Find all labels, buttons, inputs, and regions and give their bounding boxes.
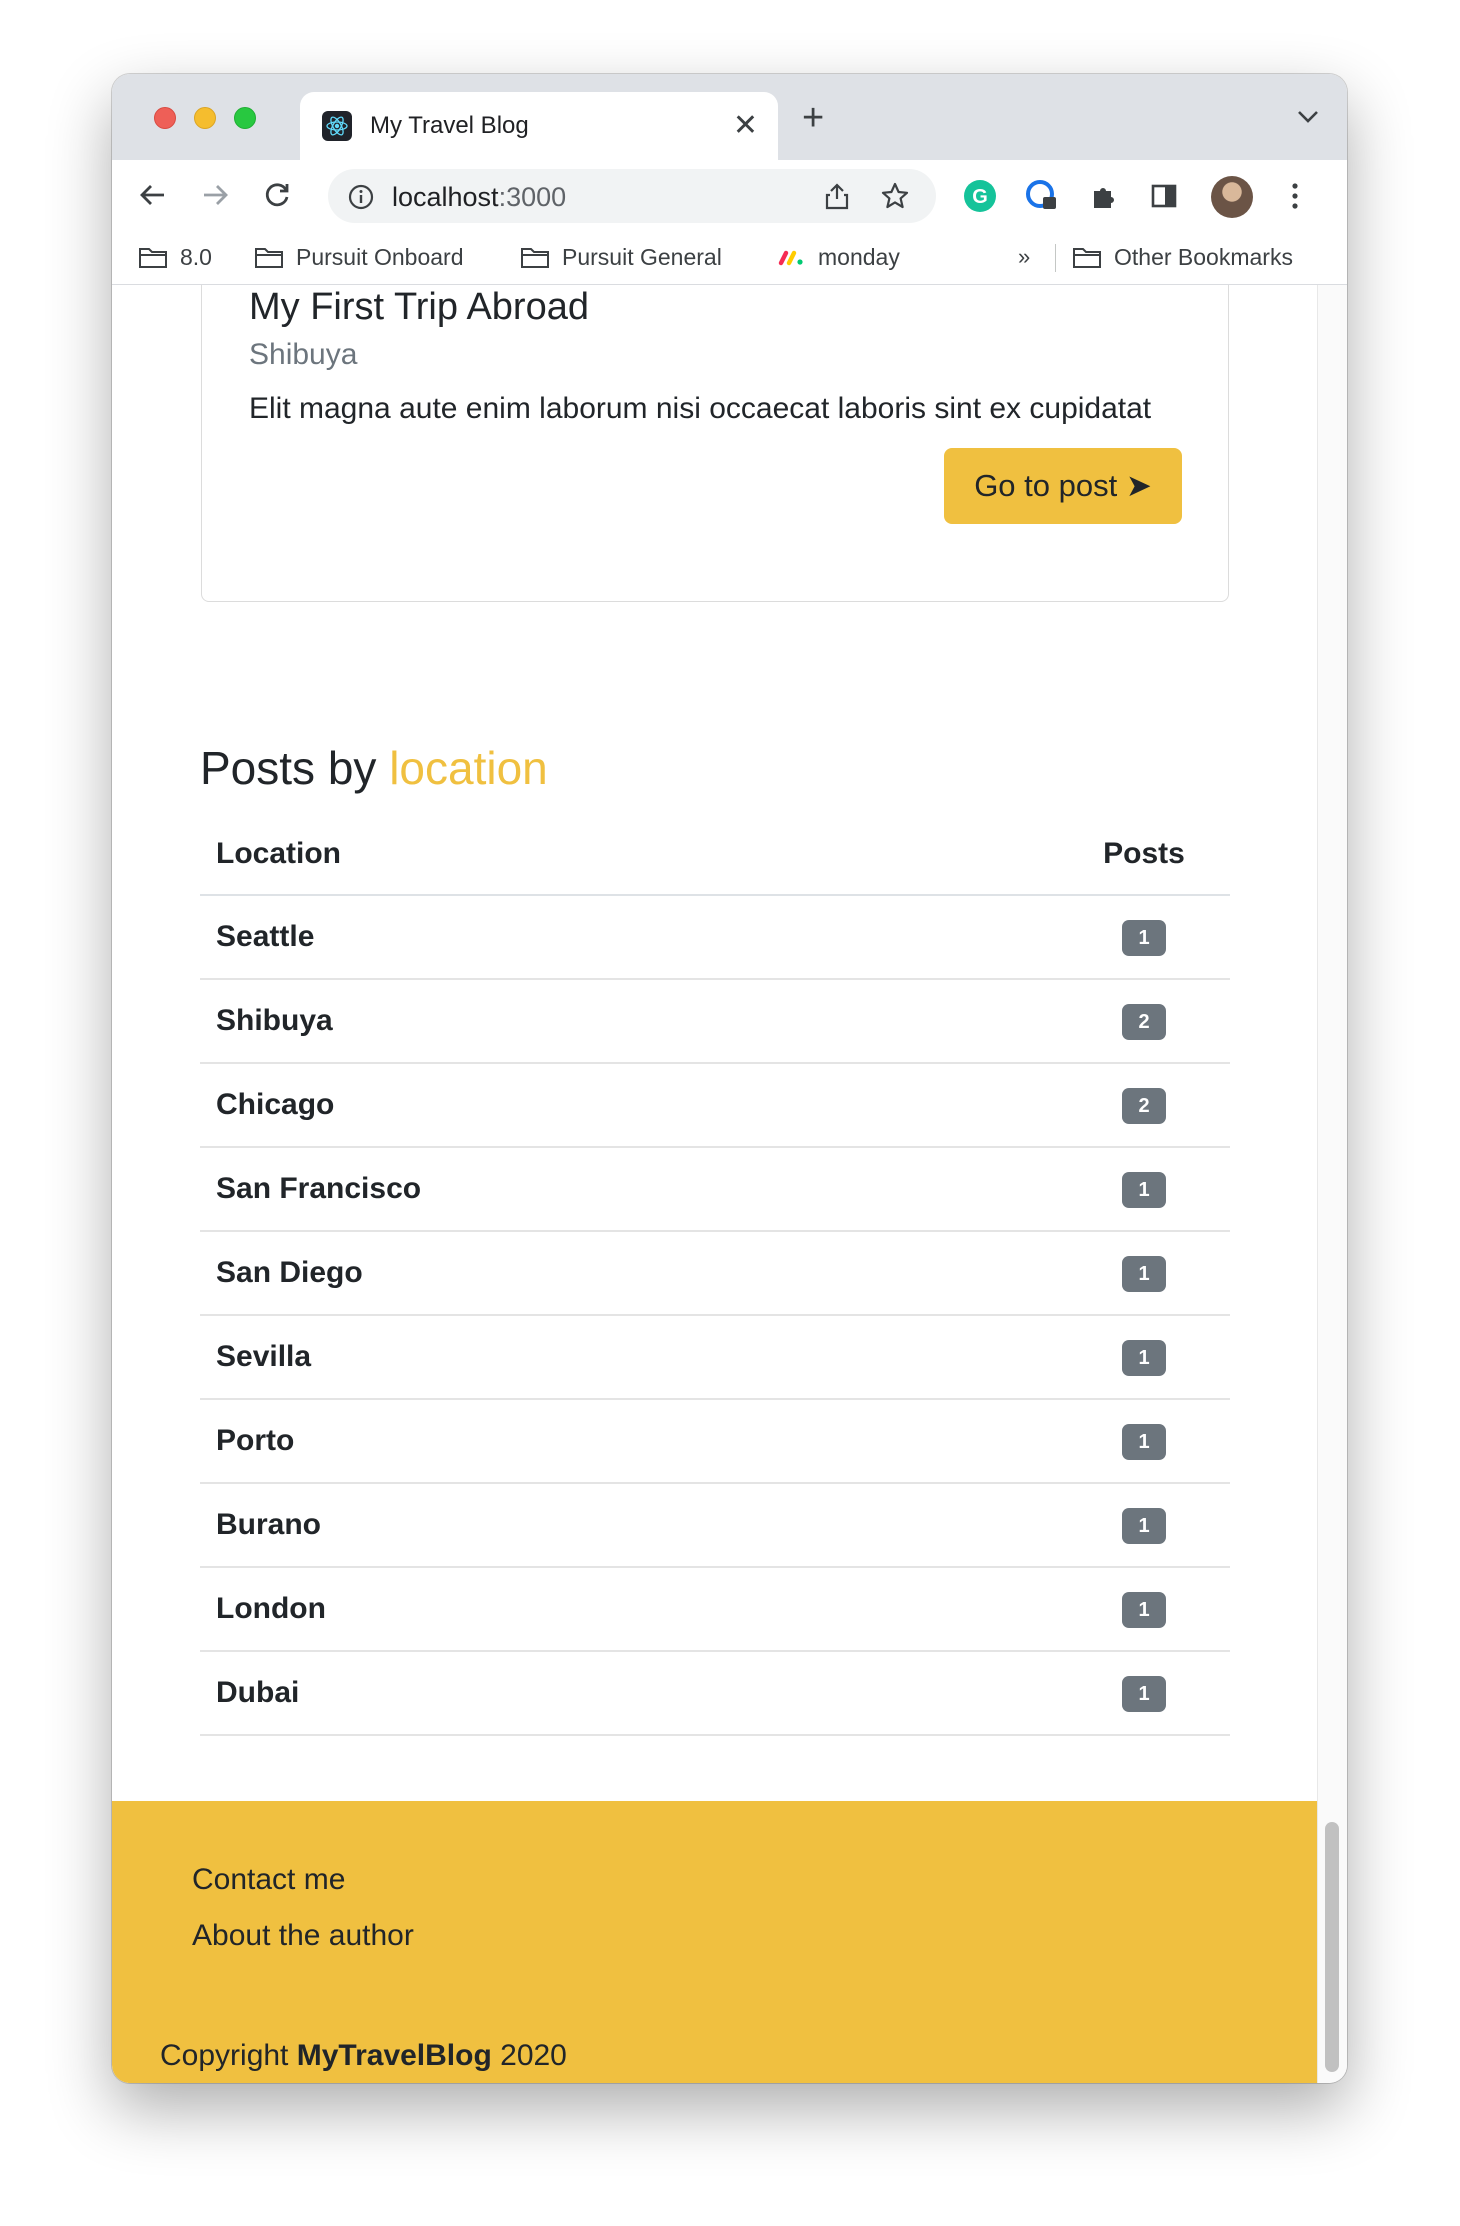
location-cell: Burano xyxy=(200,1483,1058,1568)
go-to-post-button[interactable]: Go to post ➤ xyxy=(944,448,1182,524)
bookmark-star-icon[interactable] xyxy=(880,181,910,216)
scrollbar-thumb[interactable] xyxy=(1325,1822,1339,2072)
table-row: Seattle 1 xyxy=(200,895,1230,980)
table-row: Sevilla 1 xyxy=(200,1315,1230,1400)
grammarly-extension-icon[interactable]: G xyxy=(962,178,998,214)
copyright-text: Copyright MyTravelBlog 2020 xyxy=(160,2039,567,2072)
table-row: Burano 1 xyxy=(200,1483,1230,1568)
tab-my-travel-blog[interactable]: My Travel Blog ✕ xyxy=(300,92,778,160)
location-column-header: Location xyxy=(200,813,1058,896)
posts-column-header: Posts xyxy=(1058,813,1230,896)
location-cell: Dubai xyxy=(200,1651,1058,1736)
post-count-badge: 1 xyxy=(1122,1256,1166,1292)
post-card: My First Trip Abroad Shibuya Elit magna … xyxy=(201,285,1229,602)
post-count-badge: 2 xyxy=(1122,1088,1166,1124)
address-bar[interactable]: localhost:3000 xyxy=(328,169,936,223)
monday-logo-icon xyxy=(778,250,803,266)
more-menu-icon[interactable] xyxy=(1290,180,1300,217)
close-tab-icon[interactable]: ✕ xyxy=(733,106,758,146)
table-row: Shibuya 2 xyxy=(200,979,1230,1064)
folder-icon xyxy=(139,248,167,268)
location-cell: San Diego xyxy=(200,1231,1058,1316)
posts-cell: 1 xyxy=(1058,1567,1230,1652)
url-text: localhost:3000 xyxy=(392,182,567,212)
location-cell: Sevilla xyxy=(200,1315,1058,1400)
maximize-window-button[interactable] xyxy=(234,107,256,129)
table-row: Porto 1 xyxy=(200,1399,1230,1484)
page-content: My First Trip Abroad Shibuya Elit magna … xyxy=(112,285,1317,2083)
table-header-row: Location Posts xyxy=(200,813,1230,896)
extensions-puzzle-icon[interactable] xyxy=(1086,178,1122,214)
posts-cell: 1 xyxy=(1058,1651,1230,1736)
folder-icon xyxy=(255,248,283,268)
bookmark-other-bookmarks[interactable]: Other Bookmarks xyxy=(1072,242,1293,272)
profile-avatar[interactable] xyxy=(1211,176,1253,218)
table-row: San Diego 1 xyxy=(200,1231,1230,1316)
posts-cell: 1 xyxy=(1058,1399,1230,1484)
about-author-link[interactable]: About the author xyxy=(192,1919,414,1953)
posts-cell: 1 xyxy=(1058,895,1230,980)
post-count-badge: 1 xyxy=(1122,920,1166,956)
location-cell: Seattle xyxy=(200,895,1058,980)
browser-toolbar: localhost:3000 G xyxy=(112,160,1347,230)
browser-window: My Travel Blog ✕ + localhost:3000 G 8.0 … xyxy=(112,74,1347,2083)
tab-search-chevron-icon[interactable] xyxy=(1297,110,1319,129)
react-logo-icon xyxy=(322,111,352,141)
location-cell: London xyxy=(200,1567,1058,1652)
posts-cell: 2 xyxy=(1058,979,1230,1064)
new-tab-icon[interactable]: + xyxy=(802,96,824,140)
post-count-badge: 1 xyxy=(1122,1172,1166,1208)
bookmarks-bar: 8.0 Pursuit Onboard Pursuit General mond… xyxy=(112,230,1347,285)
post-count-badge: 1 xyxy=(1122,1676,1166,1712)
bookmarks-overflow-chevron[interactable]: » xyxy=(1018,244,1030,270)
card-subtitle: Shibuya xyxy=(249,338,358,371)
post-count-badge: 1 xyxy=(1122,1508,1166,1544)
location-cell: Chicago xyxy=(200,1063,1058,1148)
reload-icon[interactable] xyxy=(258,176,296,214)
posts-cell: 1 xyxy=(1058,1483,1230,1568)
scrollbar-track[interactable] xyxy=(1317,285,1347,2083)
posts-by-location-heading: Posts by location xyxy=(200,742,548,794)
locations-table: Location Posts Seattle 1 Shibuya 2 Chicago 2 S… xyxy=(200,813,1230,1736)
bookmark-pursuit-general[interactable]: Pursuit General xyxy=(520,242,722,272)
bookmark-monday[interactable]: monday xyxy=(778,242,900,272)
posts-cell: 1 xyxy=(1058,1231,1230,1316)
back-arrow-icon[interactable] xyxy=(134,176,172,214)
contact-me-link[interactable]: Contact me xyxy=(192,1863,345,1897)
table-row: London 1 xyxy=(200,1567,1230,1652)
tab-strip: My Travel Blog ✕ + xyxy=(112,74,1347,160)
share-icon[interactable] xyxy=(824,182,850,215)
minimize-window-button[interactable] xyxy=(194,107,216,129)
bookmark-pursuit-onboard[interactable]: Pursuit Onboard xyxy=(254,242,463,272)
card-excerpt: Elit magna aute enim laborum nisi occaec… xyxy=(249,392,1152,425)
bookmarks-divider xyxy=(1055,244,1056,272)
folder-icon xyxy=(521,248,549,268)
tab-title: My Travel Blog xyxy=(370,112,529,139)
forward-arrow-icon[interactable] xyxy=(196,176,234,214)
post-count-badge: 1 xyxy=(1122,1592,1166,1628)
close-window-button[interactable] xyxy=(154,107,176,129)
bookmark-8-0[interactable]: 8.0 xyxy=(138,242,212,272)
post-count-badge: 2 xyxy=(1122,1004,1166,1040)
posts-cell: 1 xyxy=(1058,1315,1230,1400)
svg-text:G: G xyxy=(972,186,988,208)
folder-icon xyxy=(1073,248,1101,268)
table-row: San Francisco 1 xyxy=(200,1147,1230,1232)
card-title: My First Trip Abroad xyxy=(249,286,589,328)
table-row: Chicago 2 xyxy=(200,1063,1230,1148)
posts-cell: 2 xyxy=(1058,1063,1230,1148)
location-cell: Porto xyxy=(200,1399,1058,1484)
location-cell: San Francisco xyxy=(200,1147,1058,1232)
location-cell: Shibuya xyxy=(200,979,1058,1064)
side-panel-icon[interactable] xyxy=(1146,178,1182,214)
post-count-badge: 1 xyxy=(1122,1340,1166,1376)
post-count-badge: 1 xyxy=(1122,1424,1166,1460)
table-row: Dubai 1 xyxy=(200,1651,1230,1736)
password-extension-icon[interactable] xyxy=(1024,178,1060,214)
site-info-icon[interactable] xyxy=(348,184,374,215)
footer: Contact me About the author Copyright My… xyxy=(112,1801,1317,2083)
posts-cell: 1 xyxy=(1058,1147,1230,1232)
